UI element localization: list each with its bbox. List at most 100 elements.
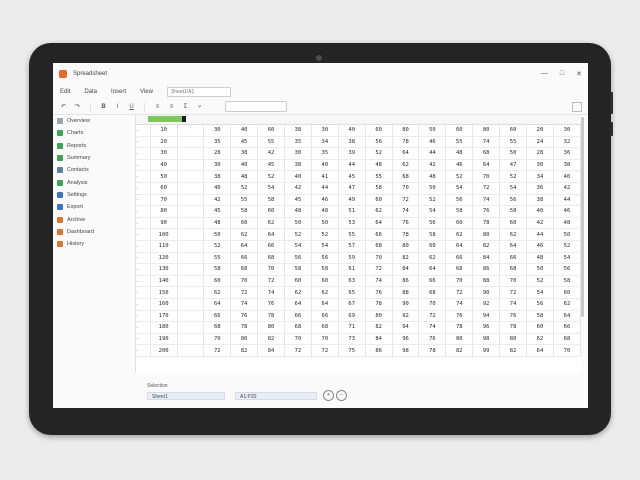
grid-cell[interactable]: 60 xyxy=(445,125,474,137)
grid-cell[interactable]: 72 xyxy=(203,344,232,357)
grid-cell[interactable]: 38 xyxy=(338,136,366,149)
grid-cell[interactable]: 80 xyxy=(150,205,178,218)
grid-cell[interactable]: 86 xyxy=(365,344,393,357)
grid-cell[interactable]: 38 xyxy=(203,170,232,183)
grid-cell[interactable]: 98 xyxy=(392,344,420,357)
row-header[interactable]: – xyxy=(136,170,151,183)
grid-cell[interactable]: 64 xyxy=(526,344,554,357)
grid-cell[interactable]: 40 xyxy=(284,170,312,183)
grid-cell[interactable]: 76 xyxy=(257,298,286,311)
grid-cell[interactable]: 30 xyxy=(526,159,554,172)
grid-cell[interactable]: 82 xyxy=(445,344,474,357)
grid-cell[interactable]: 42 xyxy=(203,194,232,207)
grid-cell[interactable]: 74 xyxy=(418,321,447,334)
grid-cell[interactable]: 70 xyxy=(203,333,232,346)
grid-cell[interactable]: 60 xyxy=(445,217,474,230)
grid-cell[interactable]: 180 xyxy=(150,321,178,334)
grid-cell[interactable]: 70 xyxy=(418,298,447,311)
row-header[interactable]: – xyxy=(136,159,151,172)
row-header[interactable]: – xyxy=(136,217,151,230)
grid-cell[interactable]: 70 xyxy=(365,252,393,265)
grid-cell[interactable]: 42 xyxy=(526,217,554,230)
grid-cell[interactable]: 82 xyxy=(257,333,286,346)
grid-cell[interactable]: 100 xyxy=(150,228,178,241)
grid-cell[interactable]: 62 xyxy=(445,228,474,241)
row-header[interactable]: – xyxy=(136,147,151,160)
grid-cell[interactable]: 60 xyxy=(499,125,528,137)
grid-cell[interactable]: 30 xyxy=(150,147,178,160)
grid-cell[interactable]: 67 xyxy=(338,298,366,311)
grid-cell[interactable]: 48 xyxy=(230,170,259,183)
grid-cell[interactable]: 55 xyxy=(230,194,259,207)
grid-cell[interactable]: 74 xyxy=(472,194,501,207)
row-header[interactable]: – xyxy=(136,205,151,218)
grid-cell[interactable]: 78 xyxy=(257,310,286,323)
grid-cell[interactable] xyxy=(177,159,205,172)
grid-cell[interactable]: 60 xyxy=(257,125,286,137)
grid-cell[interactable]: 50 xyxy=(418,182,447,195)
grid-cell[interactable]: 55 xyxy=(338,228,366,241)
grid-cell[interactable]: 24 xyxy=(526,136,554,149)
grid-cell[interactable]: 70 xyxy=(150,194,178,207)
grid-cell[interactable]: 58 xyxy=(257,194,286,207)
sidebar-item[interactable]: Dashboard xyxy=(53,226,133,238)
italic-icon[interactable]: I xyxy=(113,102,122,111)
grid-cell[interactable]: 56 xyxy=(365,136,393,149)
row-header[interactable]: – xyxy=(136,286,151,299)
row-header[interactable]: – xyxy=(136,263,151,276)
grid-cell[interactable]: 30 xyxy=(203,125,232,137)
grid-cell[interactable]: 55 xyxy=(203,252,232,265)
grid-cell[interactable]: 45 xyxy=(284,194,312,207)
grid-cell[interactable]: 78 xyxy=(392,228,420,241)
grid-cell[interactable]: 52 xyxy=(445,170,474,183)
grid-cell[interactable]: 48 xyxy=(311,205,339,218)
grid-cell[interactable]: 20 xyxy=(526,125,554,137)
grid-cell[interactable]: 82 xyxy=(472,240,501,253)
grid-cell[interactable]: 60 xyxy=(257,205,286,218)
grid-cell[interactable]: 50 xyxy=(311,217,339,230)
grid-cell[interactable]: 45 xyxy=(338,170,366,183)
grid-cell[interactable]: 80 xyxy=(472,125,501,137)
grid-cell[interactable]: 55 xyxy=(445,136,474,149)
grid-cell[interactable]: 82 xyxy=(230,344,259,357)
grid-cell[interactable]: 64 xyxy=(472,159,501,172)
grid-cell[interactable]: 74 xyxy=(257,286,286,299)
grid-cell[interactable]: 74 xyxy=(472,136,501,149)
grid-cell[interactable]: 44 xyxy=(338,159,366,172)
row-header[interactable]: – xyxy=(136,252,151,265)
grid-cell[interactable]: 58 xyxy=(284,263,312,276)
grid-cell[interactable]: 68 xyxy=(365,240,393,253)
grid-cell[interactable]: 76 xyxy=(499,310,528,323)
grid-cell[interactable]: 60 xyxy=(230,217,259,230)
grid-cell[interactable]: 45 xyxy=(203,205,232,218)
align-left-icon[interactable]: ≡ xyxy=(153,102,162,111)
grid-cell[interactable]: 68 xyxy=(284,321,312,334)
grid-cell[interactable]: 80 xyxy=(392,240,420,253)
grid-cell[interactable] xyxy=(177,263,205,276)
grid-cell[interactable]: 96 xyxy=(392,333,420,346)
grid-cell[interactable]: 52 xyxy=(499,170,528,183)
row-header[interactable]: – xyxy=(136,298,151,311)
row-header[interactable]: – xyxy=(136,182,151,195)
grid-cell[interactable]: 50 xyxy=(284,217,312,230)
grid-cell[interactable]: 60 xyxy=(418,240,447,253)
grid-cell[interactable]: 30 xyxy=(203,159,232,172)
grid-cell[interactable]: 68 xyxy=(257,252,286,265)
grid-cell[interactable]: 56 xyxy=(418,217,447,230)
grid-cell[interactable]: 68 xyxy=(311,321,339,334)
grid-cell[interactable]: 62 xyxy=(230,228,259,241)
grid-cell[interactable]: 57 xyxy=(338,240,366,253)
sheet-field[interactable]: Sheet1 xyxy=(147,392,225,400)
grid-cell[interactable]: 54 xyxy=(553,252,582,265)
grid-cell[interactable]: 54 xyxy=(499,182,528,195)
grid-cell[interactable]: 64 xyxy=(203,298,232,311)
grid-cell[interactable]: 56 xyxy=(553,263,582,276)
grid-cell[interactable]: 48 xyxy=(553,217,582,230)
grid-cell[interactable]: 92 xyxy=(472,298,501,311)
grid-cell[interactable]: 66 xyxy=(553,321,582,334)
grid-cell[interactable]: 60 xyxy=(311,275,339,288)
grid-cell[interactable]: 80 xyxy=(472,228,501,241)
grid-cell[interactable]: 72 xyxy=(365,263,393,276)
range-field[interactable]: A1:P20 xyxy=(235,392,317,400)
grid-cell[interactable]: 76 xyxy=(418,333,447,346)
